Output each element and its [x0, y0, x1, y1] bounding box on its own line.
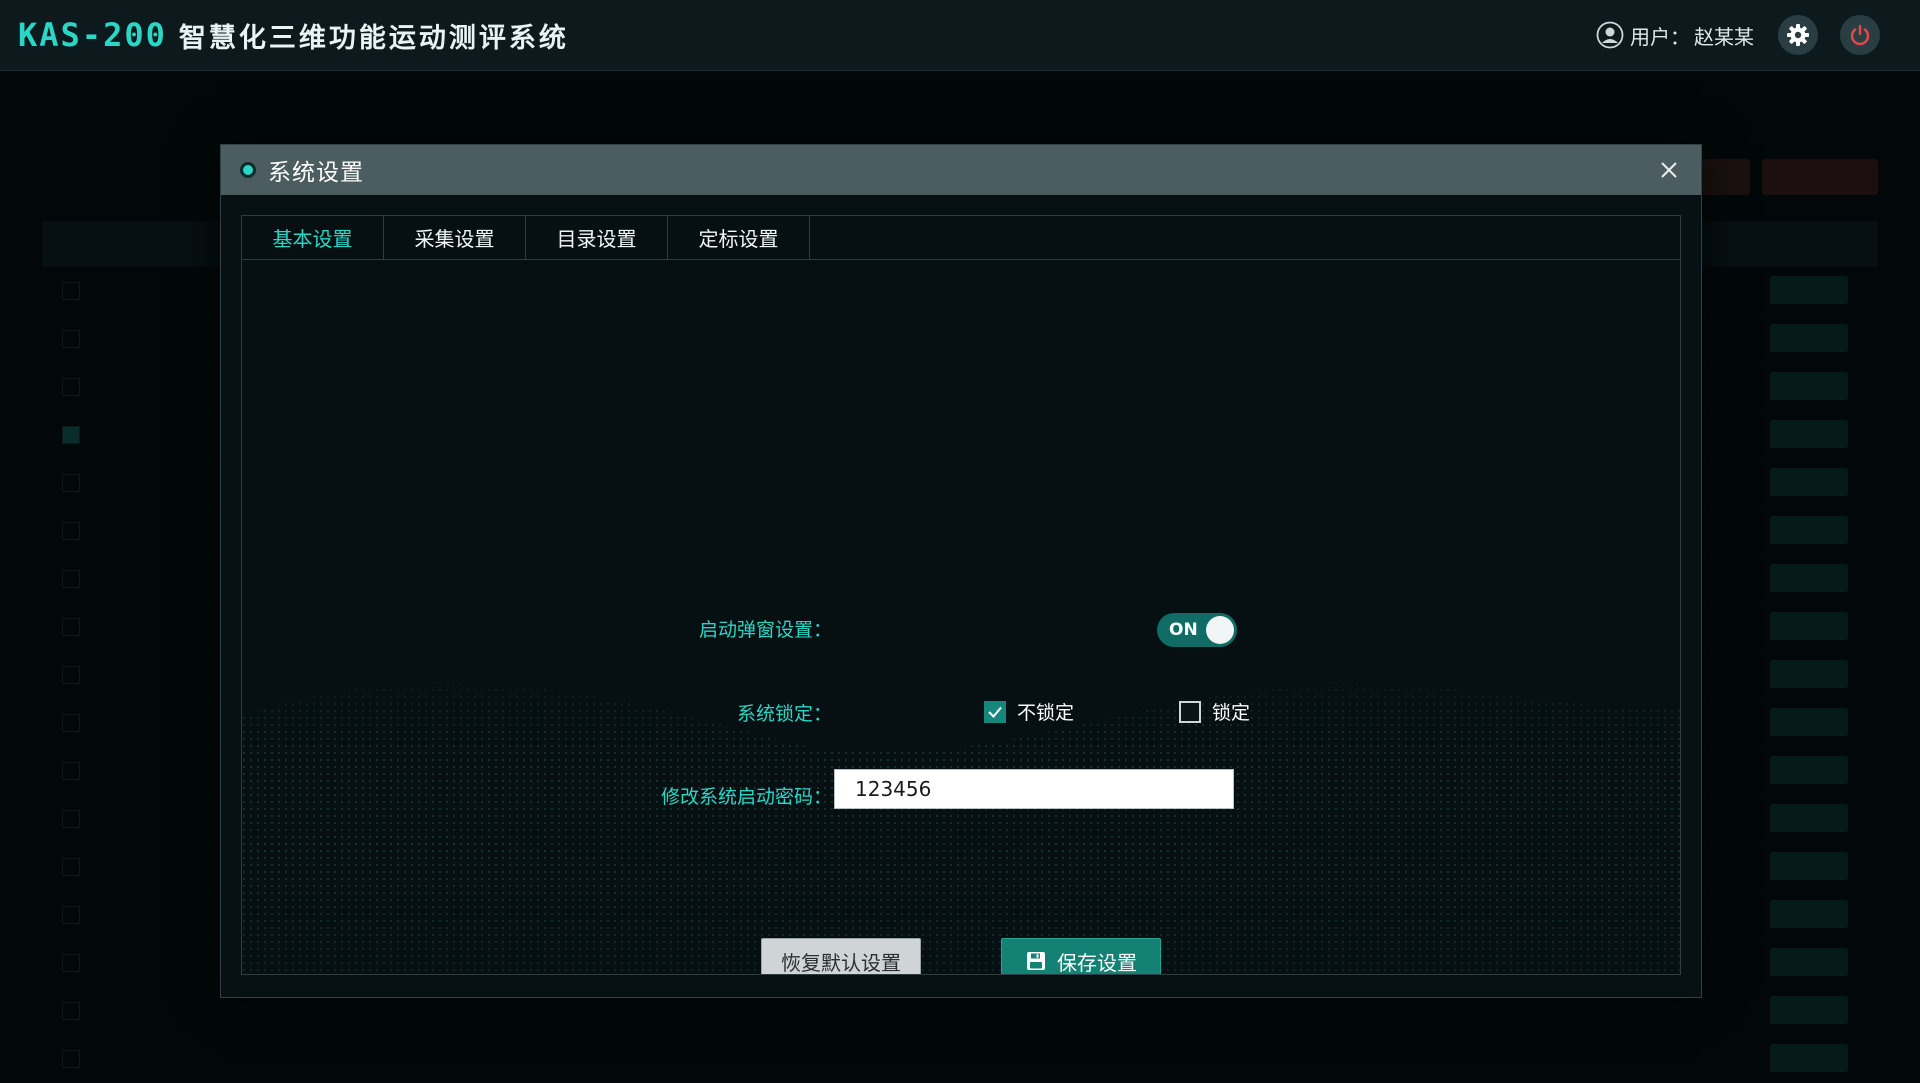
- system-settings-dialog: 系统设置 基本设置 采集设置 目录设置 定标设置 启动弹窗设置： ON 系统锁定…: [220, 144, 1702, 998]
- tab-directory-settings[interactable]: 目录设置: [526, 216, 668, 259]
- bg-toolbar-button: [1762, 159, 1878, 195]
- startup-password-input[interactable]: [834, 769, 1234, 809]
- app-code: KAS-200: [18, 16, 167, 54]
- startup-popup-toggle[interactable]: ON: [1157, 613, 1237, 647]
- table-row: [42, 1035, 1878, 1083]
- checkmark-icon: [988, 706, 1002, 718]
- user-label: 用户：: [1630, 24, 1690, 49]
- unlock-option-label: 不锁定: [1017, 702, 1075, 724]
- save-button-label: 保存设置: [1057, 950, 1137, 975]
- title-dot-icon: [240, 162, 256, 178]
- top-bar: KAS-200 智慧化三维功能运动测评系统 用户： 赵某某: [0, 0, 1920, 71]
- tab-collection-settings[interactable]: 采集设置: [384, 216, 526, 259]
- startup-popup-label: 启动弹窗设置：: [698, 619, 832, 641]
- power-icon: [1850, 24, 1870, 46]
- lock-checkbox[interactable]: [1179, 700, 1201, 723]
- reset-button-label: 恢复默认设置: [781, 950, 901, 975]
- close-icon: [1661, 162, 1677, 178]
- reset-defaults-button[interactable]: 恢复默认设置: [761, 938, 921, 975]
- lock-option-label: 锁定: [1212, 702, 1251, 724]
- save-settings-button[interactable]: 保存设置: [1001, 938, 1161, 975]
- startup-password-label: 修改系统启动密码：: [660, 786, 832, 808]
- save-disk-icon: [1027, 952, 1045, 970]
- toggle-state-label: ON: [1169, 620, 1198, 640]
- tab-calibration-settings[interactable]: 定标设置: [668, 216, 810, 259]
- app-name: 智慧化三维功能运动测评系统: [178, 22, 569, 54]
- settings-tabs: 基本设置 采集设置 目录设置 定标设置: [242, 216, 1680, 260]
- option-lock[interactable]: 锁定: [1179, 698, 1250, 725]
- settings-button[interactable]: [1778, 15, 1818, 55]
- user-area: 用户： 赵某某: [1596, 14, 1880, 56]
- user-circle-icon: [1596, 21, 1624, 49]
- dialog-title: 系统设置: [268, 160, 364, 186]
- user-name: 赵某某: [1694, 24, 1754, 49]
- wave-background-decoration: [242, 646, 1680, 974]
- power-button[interactable]: [1840, 15, 1880, 55]
- unlock-checkbox[interactable]: [984, 700, 1006, 723]
- close-button[interactable]: [1655, 156, 1683, 184]
- option-unlock[interactable]: 不锁定: [984, 698, 1074, 725]
- tab-basic-settings[interactable]: 基本设置: [242, 216, 384, 259]
- system-lock-label: 系统锁定：: [736, 703, 832, 725]
- app-brand: KAS-200 智慧化三维功能运动测评系统: [18, 16, 569, 54]
- dialog-header: 系统设置: [221, 145, 1701, 195]
- gear-icon: [1787, 24, 1809, 46]
- toggle-knob: [1206, 616, 1234, 644]
- dialog-body: 基本设置 采集设置 目录设置 定标设置 启动弹窗设置： ON 系统锁定： 不锁定…: [241, 215, 1681, 975]
